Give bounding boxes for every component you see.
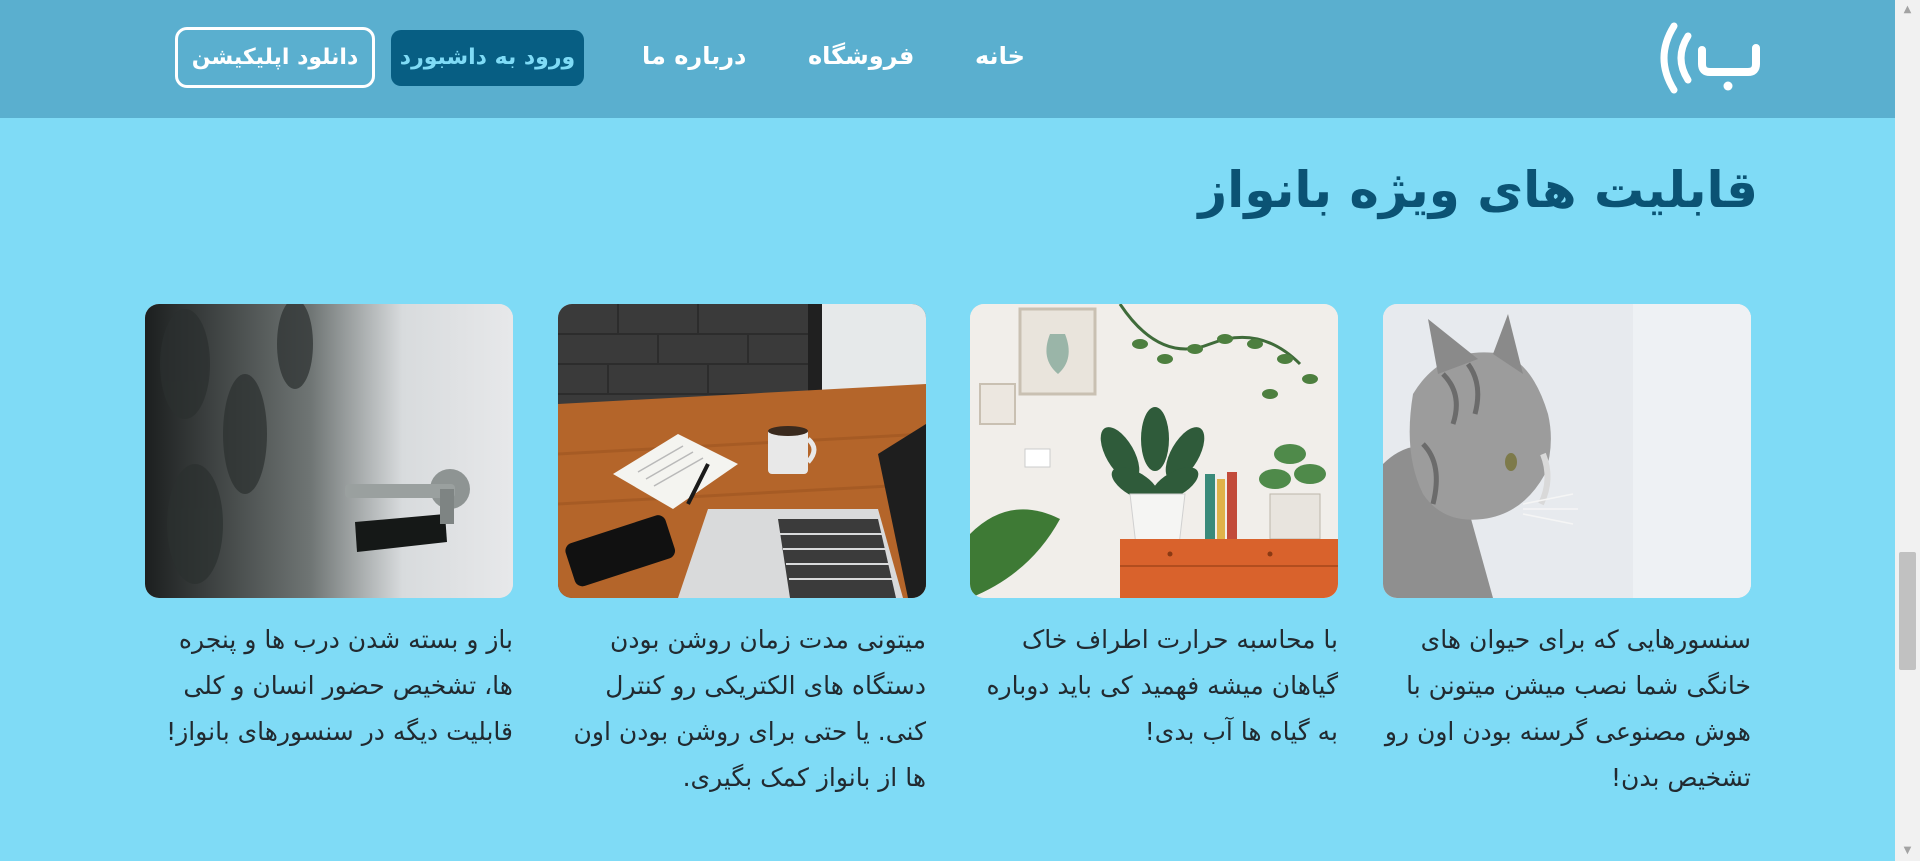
scrollbar-thumb[interactable] <box>1899 552 1916 670</box>
laptop-desk-photo <box>558 304 926 598</box>
card-text-appliances: میتونی مدت زمان روشن بودن دستگاه های الک… <box>573 625 926 792</box>
card-image-plants <box>970 304 1338 598</box>
nav-shop-link[interactable]: فروشگاه <box>808 36 914 76</box>
scroll-down-arrow-icon[interactable]: ▼ <box>1895 841 1920 861</box>
card-text-doors: باز و بسته شدن درب ها و پنجره ها، تشخیص … <box>166 625 513 746</box>
page: خانه فروشگاه درباره ما ورود به داشبورد د… <box>0 0 1895 861</box>
download-app-button[interactable]: دانلود اپلیکیشن <box>175 27 375 88</box>
nav-home-link[interactable]: خانه <box>975 36 1025 76</box>
scroll-up-arrow-icon[interactable]: ▲ <box>1895 0 1920 20</box>
banovaz-logo[interactable] <box>1660 14 1760 102</box>
door-handle-photo <box>145 304 513 598</box>
nav-about-link[interactable]: درباره ما <box>642 36 746 76</box>
logo-icon <box>1660 22 1760 94</box>
site-header: خانه فروشگاه درباره ما ورود به داشبورد د… <box>0 0 1895 118</box>
card-image-desk <box>558 304 926 598</box>
section-title: قابلیت های ویژه بانواز <box>1198 161 1758 219</box>
card-text-pets: سنسورهایی که برای حیوان های خانگی شما نص… <box>1384 625 1751 792</box>
vertical-scrollbar[interactable]: ▲ ▼ <box>1895 0 1920 861</box>
cat-photo <box>1383 304 1751 598</box>
card-text-plants: با محاسبه حرارت اطراف خاک گیاهان میشه فه… <box>986 625 1338 746</box>
card-image-cat <box>1383 304 1751 598</box>
dashboard-login-button[interactable]: ورود به داشبورد <box>391 30 584 86</box>
card-image-door <box>145 304 513 598</box>
houseplants-photo <box>970 304 1338 598</box>
